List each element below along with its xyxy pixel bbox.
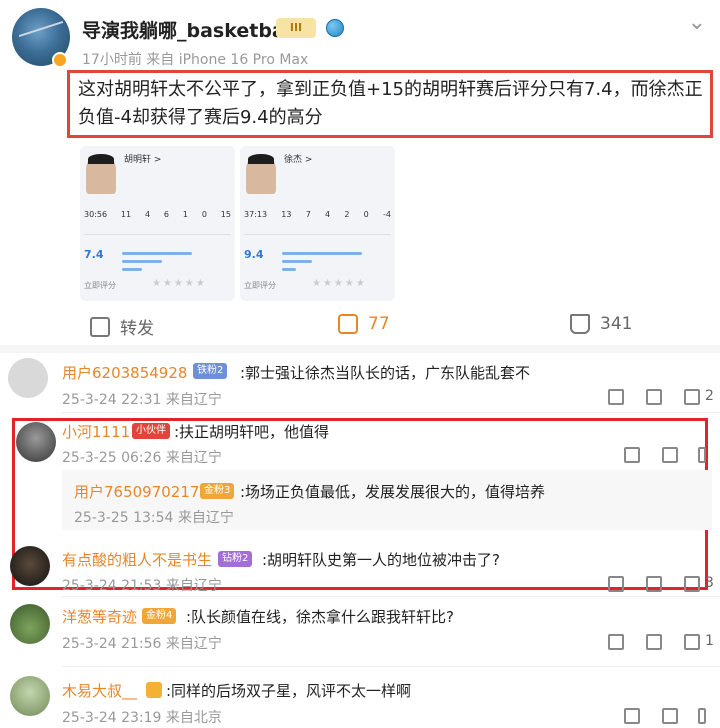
- section-divider: [0, 345, 720, 353]
- player-name: 徐杰 >: [284, 155, 313, 165]
- comment-time: 25-3-24 21:53 来自辽宁: [62, 578, 222, 594]
- like-button[interactable]: 341: [570, 314, 632, 334]
- avatar[interactable]: [10, 604, 50, 644]
- comment-text: :场场正负值最低，发展发展很大的，值得培养: [240, 483, 546, 501]
- comment-text: :郭士强让徐杰当队长的话，广东队能乱套不: [240, 364, 531, 382]
- comment-text: :同样的后场双子星，风评不太一样啊: [166, 682, 412, 700]
- comment-icon: [338, 314, 358, 334]
- share-icon[interactable]: [608, 634, 624, 650]
- fan-badge: 小伙伴: [132, 423, 170, 439]
- fan-badge: 金粉4: [142, 608, 177, 624]
- comment-text: :扶正胡明轩吧，他值得: [174, 423, 330, 441]
- fan-badge: 钻粉2: [218, 551, 253, 567]
- stats-row: 37:13 13 7 4 2 0 -4: [244, 210, 391, 219]
- repost-icon: [90, 316, 110, 337]
- comment-author[interactable]: 用户7650970217: [74, 481, 199, 502]
- share-icon[interactable]: [624, 708, 640, 724]
- author-name[interactable]: 导演我躺哪_basketball: [82, 16, 298, 43]
- like-count: 2: [705, 388, 714, 404]
- verified-icon: [52, 52, 68, 68]
- divider: [62, 666, 720, 667]
- comment-icon[interactable]: [662, 708, 678, 724]
- post-image-1[interactable]: 胡明轩 > 30:56 11 4 6 1 0 15 7.4 立即评分 ★★★★★: [80, 146, 235, 301]
- player-photo: [86, 154, 116, 194]
- like-count: 3: [705, 575, 714, 591]
- comment-icon[interactable]: [662, 447, 678, 463]
- comment-time: 25-3-24 23:19 来自北京: [62, 710, 222, 726]
- weibo-post: 导演我躺哪_basketball III ⌄ 17小时前 来自 iPhone 1…: [0, 0, 720, 345]
- globe-icon: [326, 19, 344, 37]
- avatar[interactable]: [8, 358, 48, 398]
- player-name: 胡明轩 >: [124, 155, 162, 165]
- player-score: 9.4: [244, 248, 264, 261]
- divider: [244, 234, 391, 235]
- thumbs-up-icon[interactable]: [698, 447, 706, 463]
- comment-author[interactable]: 小河11111: [62, 421, 140, 442]
- comment-time: 25-3-24 21:56 来自辽宁: [62, 636, 222, 652]
- rating-bar: [282, 260, 312, 263]
- comment-text: :胡明轩队史第一人的地位被冲击了?: [262, 551, 501, 569]
- divider: [84, 234, 231, 235]
- stats-row: 30:56 11 4 6 1 0 15: [84, 210, 231, 219]
- player-score: 7.4: [84, 248, 104, 261]
- rating-bar: [122, 260, 162, 263]
- level-crown-icon: III: [276, 18, 316, 38]
- thumbs-up-icon: [570, 314, 590, 334]
- chevron-down-icon[interactable]: ⌄: [688, 10, 706, 35]
- fan-badge: 金粉3: [200, 483, 235, 499]
- player-photo: [246, 154, 276, 194]
- avatar[interactable]: [10, 676, 50, 716]
- fan-badge: 铁粉2: [193, 363, 228, 379]
- avatar[interactable]: [16, 422, 56, 462]
- thumbs-up-icon[interactable]: [684, 389, 700, 405]
- comment-text: :队长颜值在线，徐杰拿什么跟我轩轩比?: [186, 608, 455, 626]
- divider: [62, 596, 720, 597]
- rating-bar: [282, 252, 362, 255]
- share-icon[interactable]: [608, 576, 624, 592]
- stars-icon: ★★★★★: [312, 278, 367, 289]
- share-icon[interactable]: [608, 389, 624, 405]
- rating-bar: [122, 268, 142, 271]
- comment-icon[interactable]: [646, 389, 662, 405]
- post-text: 这对胡明轩太不公平了，拿到正负值+15的胡明轩赛后评分只有7.4，而徐杰正负值-…: [78, 79, 703, 128]
- rating-label: 立即评分: [84, 281, 116, 290]
- avatar[interactable]: [10, 546, 50, 586]
- comment-time: 25-3-25 06:26 来自辽宁: [62, 450, 222, 466]
- comment-time: 25-3-25 13:54 来自辽宁: [74, 510, 234, 526]
- thumbs-up-icon[interactable]: [684, 634, 700, 650]
- thumbs-up-icon[interactable]: [684, 576, 700, 592]
- comment-icon[interactable]: [646, 576, 662, 592]
- thumbs-up-icon[interactable]: [698, 708, 706, 724]
- repost-button[interactable]: 转发: [90, 314, 154, 339]
- rating-bar: [122, 252, 192, 255]
- comment-icon[interactable]: [646, 634, 662, 650]
- comment-author[interactable]: 木易大叔__: [62, 680, 137, 701]
- share-icon[interactable]: [624, 447, 640, 463]
- post-image-2[interactable]: 徐杰 > 37:13 13 7 4 2 0 -4 9.4 立即评分 ★★★★★: [240, 146, 395, 301]
- post-meta: 17小时前 来自 iPhone 16 Pro Max: [82, 52, 309, 68]
- like-count: 1: [705, 633, 714, 649]
- post-action-bar: 转发 77 341: [0, 308, 720, 342]
- comment-author[interactable]: 洋葱等奇迹: [62, 606, 137, 627]
- divider: [62, 412, 720, 413]
- comment-time: 25-3-24 22:31 来自辽宁: [62, 392, 222, 408]
- rating-label: 立即评分: [244, 281, 276, 290]
- crown-icon: [146, 682, 162, 698]
- stars-icon: ★★★★★: [152, 278, 207, 289]
- comment-button[interactable]: 77: [338, 314, 390, 334]
- rating-bar: [282, 268, 296, 271]
- comment-author[interactable]: 用户6203854928: [62, 362, 187, 383]
- comment-author[interactable]: 有点酸的粗人不是书生: [62, 549, 212, 570]
